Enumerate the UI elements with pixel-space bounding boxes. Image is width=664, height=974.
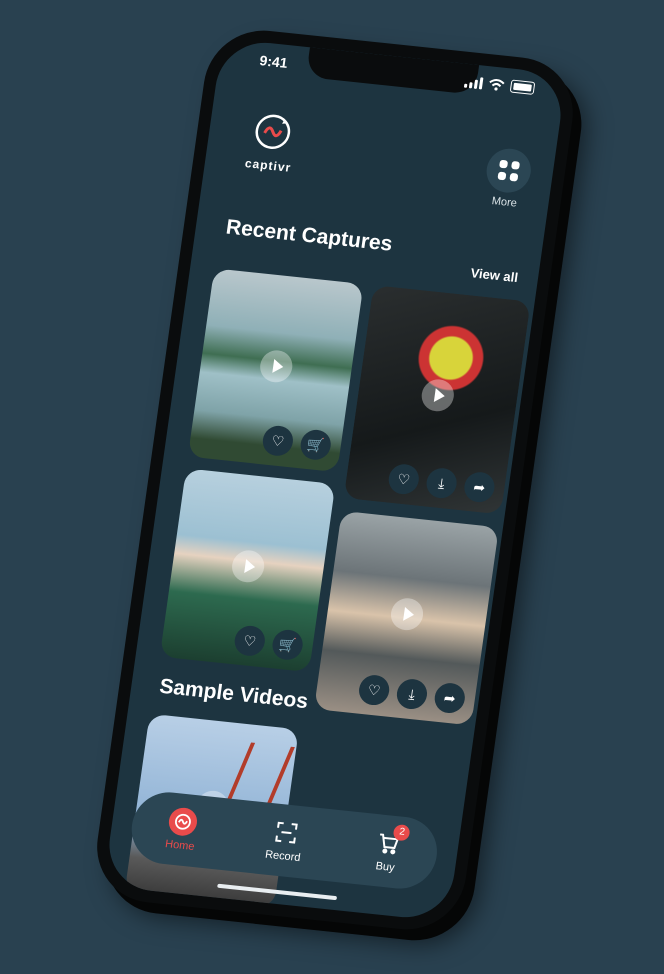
card-actions: ♡ 🛒 <box>232 624 305 662</box>
app-screen: 9:41 captivr More Recent Captures View a… <box>103 38 567 922</box>
card-actions: ♡ ⤓ ➦ <box>386 462 497 504</box>
more-button[interactable] <box>483 146 534 195</box>
download-icon[interactable]: ⤓ <box>394 677 429 711</box>
home-logo-icon <box>167 806 200 838</box>
card-actions: ♡ 🛒 <box>260 424 333 462</box>
more-label: More <box>490 195 518 210</box>
battery-icon <box>509 79 536 95</box>
tab-buy[interactable]: 2 Buy <box>370 823 412 875</box>
more-menu[interactable]: More <box>482 146 534 211</box>
tab-record-label: Record <box>264 848 302 865</box>
share-icon[interactable]: ➦ <box>462 470 497 504</box>
phone-device: 9:41 captivr More Recent Captures View a… <box>89 24 581 936</box>
heart-icon[interactable]: ♡ <box>357 673 392 707</box>
cart-count-badge: 2 <box>392 823 412 842</box>
card-actions: ♡ ⤓ ➦ <box>357 673 467 715</box>
cart-icon[interactable]: 🛒 <box>298 428 333 462</box>
capture-card[interactable]: ♡ 🛒 <box>187 268 364 473</box>
play-icon[interactable] <box>229 549 267 585</box>
tab-buy-label: Buy <box>374 860 396 875</box>
play-icon[interactable] <box>258 348 295 385</box>
tab-home-label: Home <box>164 838 196 854</box>
cart-icon: 2 <box>373 823 412 859</box>
sample-videos-title: Sample Videos <box>158 674 310 714</box>
record-frame-icon <box>270 817 302 848</box>
play-icon[interactable] <box>388 596 426 632</box>
capture-card[interactable]: ♡ ⤓ ➦ <box>343 285 531 515</box>
tab-home[interactable]: Home <box>164 806 200 854</box>
heart-icon[interactable]: ♡ <box>232 624 267 658</box>
heart-icon[interactable]: ♡ <box>386 462 421 496</box>
share-icon[interactable]: ➦ <box>432 681 467 715</box>
status-icons <box>463 75 536 95</box>
cellular-signal-icon <box>463 75 484 89</box>
heart-icon[interactable]: ♡ <box>260 424 295 458</box>
brand-name: captivr <box>244 156 293 175</box>
capture-card[interactable]: ♡ 🛒 <box>159 468 336 673</box>
tab-record[interactable]: Record <box>264 817 305 864</box>
cart-icon[interactable]: 🛒 <box>270 628 305 662</box>
download-icon[interactable]: ⤓ <box>424 466 459 500</box>
view-all-link[interactable]: View all <box>470 265 519 285</box>
status-time: 9:41 <box>258 52 289 71</box>
grid-icon <box>497 159 521 182</box>
play-icon[interactable] <box>419 378 456 414</box>
brand-logo: captivr <box>232 108 310 176</box>
wifi-icon <box>489 78 505 91</box>
captivr-logo-icon <box>255 114 291 149</box>
capture-card[interactable]: ♡ ⤓ ➦ <box>313 510 500 726</box>
recent-captures-title: Recent Captures <box>224 215 394 256</box>
